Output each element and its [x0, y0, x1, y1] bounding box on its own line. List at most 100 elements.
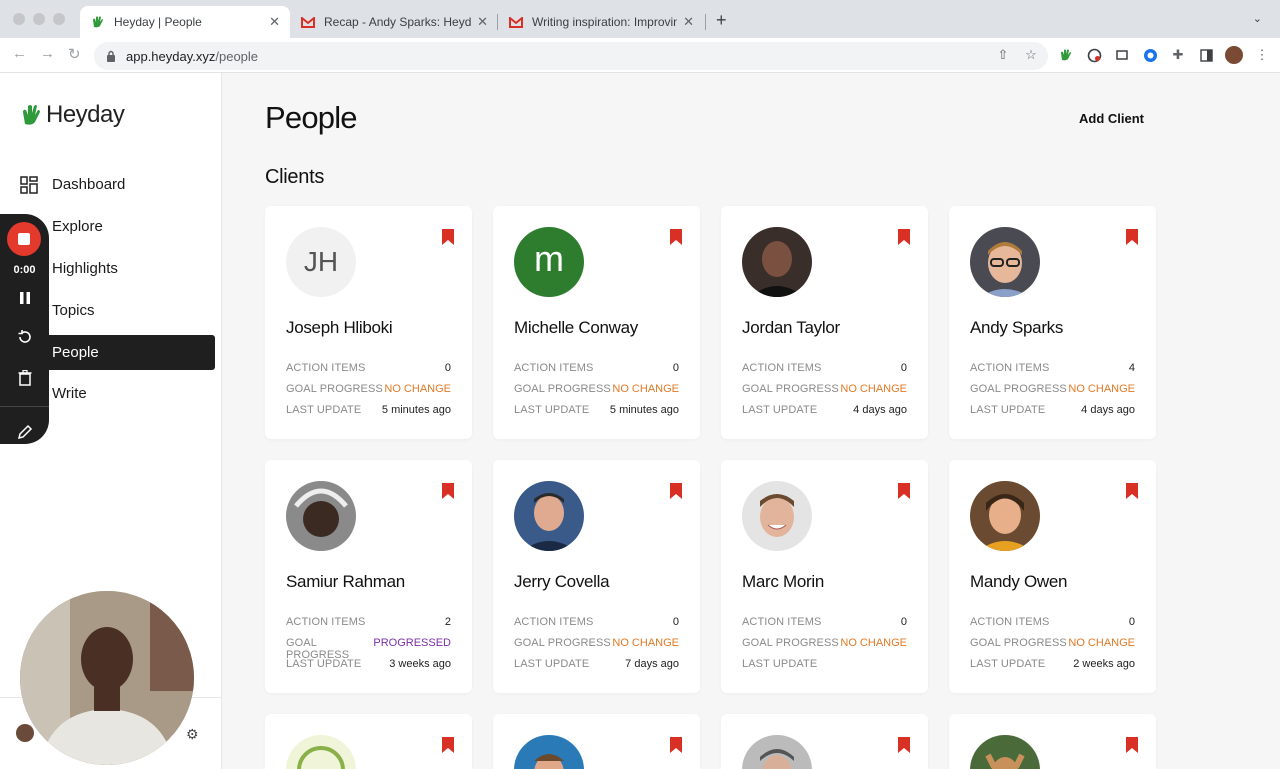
bookmark-icon[interactable]: [1125, 228, 1139, 246]
last-update-value: 5 minutes ago: [381, 404, 451, 416]
goal-progress-row: GOAL PROGRESS NO CHANGE: [742, 383, 907, 397]
sidebar-item-label: People: [52, 344, 99, 361]
client-avatar: JH: [286, 227, 356, 297]
goal-progress-value: NO CHANGE: [1068, 383, 1135, 395]
window-zoom-dot[interactable]: [53, 13, 65, 25]
sidebar-item-label: Highlights: [52, 260, 118, 277]
client-name: Michelle Conway: [514, 318, 638, 337]
goal-progress-value: NO CHANGE: [840, 383, 907, 395]
heyday-extension-icon[interactable]: [1058, 47, 1074, 63]
browser-toolbar: ← → ↻ app.heyday.xyz/people ⇧ ☆ ✚ ⋮: [0, 38, 1280, 73]
screenshot-icon[interactable]: [1114, 47, 1130, 63]
pause-button[interactable]: [14, 287, 36, 309]
client-card[interactable]: [493, 714, 700, 769]
sidebar-item-label: Explore: [52, 218, 103, 235]
new-tab-icon[interactable]: +: [716, 10, 727, 31]
client-name: Andy Sparks: [970, 318, 1064, 337]
bookmark-icon[interactable]: [897, 482, 911, 500]
action-items-value: 0: [900, 616, 907, 628]
sidebar-item-write[interactable]: Write: [20, 376, 215, 411]
tab-close-icon[interactable]: ✕: [683, 14, 694, 30]
gear-icon[interactable]: ⚙: [186, 726, 199, 743]
extension-icon[interactable]: [1086, 47, 1102, 63]
star-icon[interactable]: ☆: [1023, 47, 1039, 63]
client-card[interactable]: Marc Morin ACTION ITEMS 0 GOAL PROGRESS NO C…: [721, 460, 928, 693]
action-items-value: 0: [672, 616, 679, 628]
webcam-bubble[interactable]: [20, 591, 194, 765]
tab-close-icon[interactable]: ✕: [477, 14, 488, 30]
puzzle-icon[interactable]: ✚: [1170, 47, 1186, 63]
webcam-feed-image: [20, 591, 194, 765]
heyday-logo[interactable]: Heyday: [20, 101, 125, 129]
reload-icon[interactable]: ↻: [68, 45, 81, 63]
bookmark-icon[interactable]: [669, 482, 683, 500]
draw-button[interactable]: [14, 421, 36, 443]
main-content: People Add Client Clients JH Joseph Hlibo…: [222, 73, 1280, 769]
client-card[interactable]: [721, 714, 928, 769]
client-card[interactable]: [265, 714, 472, 769]
client-card[interactable]: [949, 714, 1156, 769]
user-avatar[interactable]: [16, 724, 34, 742]
goal-progress-row: GOAL PROGRESS PROGRESSED: [286, 637, 451, 661]
bookmark-icon[interactable]: [669, 736, 683, 754]
restart-button[interactable]: [14, 326, 36, 348]
client-avatar: m: [514, 227, 584, 297]
delete-recording-button[interactable]: [14, 367, 36, 389]
forward-arrow-icon[interactable]: →: [40, 45, 55, 62]
bookmark-icon[interactable]: [897, 736, 911, 754]
bookmark-icon[interactable]: [441, 736, 455, 754]
last-update-label: LAST UPDATE: [286, 404, 362, 416]
pause-icon: [20, 292, 30, 304]
client-card[interactable]: m Michelle Conway ACTION ITEMS 0 GOAL PROGRE…: [493, 206, 700, 439]
action-items-label: ACTION ITEMS: [970, 616, 1050, 628]
last-update-value: 4 days ago: [853, 404, 907, 416]
last-update-label: LAST UPDATE: [286, 658, 362, 670]
action-items-row: ACTION ITEMS 4: [970, 362, 1135, 376]
window-close-dot[interactable]: [13, 13, 25, 25]
section-title-clients: Clients: [265, 166, 325, 188]
bookmark-icon[interactable]: [441, 228, 455, 246]
client-avatar: [970, 481, 1040, 551]
bookmark-icon[interactable]: [1125, 736, 1139, 754]
window-minimize-dot[interactable]: [33, 13, 45, 25]
client-card[interactable]: Jerry Covella ACTION ITEMS 0 GOAL PROGRESS N…: [493, 460, 700, 693]
action-items-value: 0: [900, 362, 907, 374]
side-panel-icon[interactable]: [1198, 47, 1214, 63]
goal-progress-label: GOAL PROGRESS: [514, 383, 611, 395]
client-card[interactable]: Jordan Taylor ACTION ITEMS 0 GOAL PROGRESS N…: [721, 206, 928, 439]
client-card[interactable]: Andy Sparks ACTION ITEMS 4 GOAL PROGRESS NO …: [949, 206, 1156, 439]
goal-progress-value: NO CHANGE: [1068, 637, 1135, 649]
share-icon[interactable]: ⇧: [995, 47, 1011, 63]
client-card[interactable]: Mandy Owen ACTION ITEMS 0 GOAL PROGRESS NO C…: [949, 460, 1156, 693]
address-bar[interactable]: app.heyday.xyz/people: [94, 42, 1048, 70]
bookmark-icon[interactable]: [897, 228, 911, 246]
bookmark-icon[interactable]: [441, 482, 455, 500]
client-card[interactable]: Samiur Rahman ACTION ITEMS 2 GOAL PROGRESS P…: [265, 460, 472, 693]
profile-avatar[interactable]: [1225, 46, 1243, 64]
client-avatar: [742, 735, 812, 769]
sidebar-item-topics[interactable]: Topics: [20, 293, 215, 328]
more-menu-icon[interactable]: ⋮: [1254, 47, 1270, 63]
stop-icon: [18, 233, 30, 245]
last-update-value: 3 weeks ago: [389, 658, 451, 670]
sidebar-item-highlights[interactable]: Highlights: [20, 251, 215, 286]
chevron-down-icon[interactable]: ⌄: [1253, 12, 1262, 25]
stop-recording-button[interactable]: [7, 222, 41, 256]
tab-close-icon[interactable]: ✕: [269, 14, 280, 30]
tab-writing-inspiration[interactable]: Writing inspiration: Improving ✕: [498, 6, 704, 38]
bookmark-icon[interactable]: [1125, 482, 1139, 500]
add-client-button[interactable]: Add Client: [1079, 111, 1144, 126]
last-update-label: LAST UPDATE: [742, 404, 818, 416]
tab-recap[interactable]: Recap - Andy Sparks: Heyday ✕: [290, 6, 498, 38]
blue-extension-icon[interactable]: [1142, 47, 1158, 63]
back-arrow-icon[interactable]: ←: [12, 45, 27, 62]
sidebar-item-explore[interactable]: Explore: [20, 209, 215, 244]
dashboard-icon: [20, 175, 38, 194]
bookmark-icon[interactable]: [669, 228, 683, 246]
sidebar-item-people[interactable]: People: [40, 335, 215, 370]
client-card[interactable]: JH Joseph Hliboki ACTION ITEMS 0 GOAL PROGRE…: [265, 206, 472, 439]
lock-icon: [107, 50, 115, 62]
tab-heyday-people[interactable]: Heyday | People ✕: [80, 6, 290, 38]
sidebar-item-dashboard[interactable]: Dashboard: [20, 167, 215, 202]
action-items-value: 4: [1128, 362, 1135, 374]
